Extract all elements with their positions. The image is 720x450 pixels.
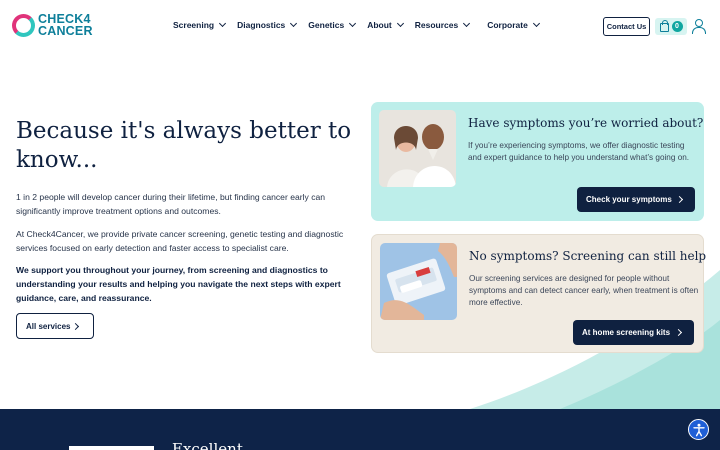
check4cancer-logo[interactable]: CHECK4 CANCER bbox=[12, 13, 93, 38]
reviews-rating-text: Excellent bbox=[172, 440, 243, 450]
main-nav: Screening Diagnostics Genetics About Res… bbox=[173, 19, 551, 30]
shopping-bag-icon bbox=[659, 20, 669, 32]
nav-about[interactable]: About bbox=[367, 19, 404, 30]
chevron-right-icon bbox=[71, 322, 80, 331]
site-header: CHECK4 CANCER Screening Diagnostics Gene… bbox=[0, 0, 720, 52]
contact-us-button[interactable]: Contact Us bbox=[603, 17, 650, 36]
screening-card-title: No symptoms? Screening can still help bbox=[469, 249, 707, 263]
logo-line-2: CANCER bbox=[38, 23, 93, 38]
accessibility-button[interactable] bbox=[688, 419, 709, 440]
nav-resources[interactable]: Resources bbox=[415, 19, 471, 30]
chevron-right-icon bbox=[675, 195, 684, 204]
screening-kit-photo bbox=[380, 243, 457, 320]
hero-paragraph-1: 1 in 2 people will develop cancer during… bbox=[16, 192, 326, 216]
hero-title: Because it's always better to know... bbox=[16, 118, 352, 173]
screening-card-text: Our screening services are designed for … bbox=[469, 274, 699, 307]
chevron-down-icon bbox=[219, 19, 227, 28]
decorative-swoosh bbox=[470, 270, 720, 409]
accessibility-icon bbox=[693, 423, 705, 437]
review-widget-edge bbox=[69, 446, 154, 450]
couple-photo bbox=[379, 110, 456, 187]
reviews-band: Excellent bbox=[0, 409, 720, 450]
user-icon[interactable] bbox=[692, 19, 706, 34]
chevron-right-icon bbox=[674, 328, 683, 337]
check-symptoms-button[interactable]: Check your symptoms bbox=[577, 187, 695, 212]
chevron-down-icon bbox=[463, 19, 471, 28]
chevron-down-icon bbox=[290, 19, 298, 28]
chevron-down-icon bbox=[349, 19, 357, 28]
nav-diagnostics[interactable]: Diagnostics bbox=[237, 19, 298, 30]
nav-screening[interactable]: Screening bbox=[173, 19, 227, 30]
hero-paragraph-2: At Check4Cancer, we provide private canc… bbox=[16, 229, 344, 253]
chevron-down-icon bbox=[532, 19, 540, 28]
screening-card: No symptoms? Screening can still help Ou… bbox=[371, 234, 707, 353]
chevron-down-icon bbox=[396, 19, 404, 28]
cart-count-badge: 0 bbox=[671, 21, 683, 32]
symptoms-card-title: Have symptoms you’re worried about? bbox=[468, 116, 704, 130]
cart-button[interactable]: 0 bbox=[655, 18, 687, 35]
logo-ring-icon bbox=[12, 14, 35, 37]
nav-corporate[interactable]: Corporate bbox=[487, 19, 540, 30]
symptoms-card-text: If you’re experiencing symptoms, we offe… bbox=[468, 141, 690, 162]
hero-paragraph-3: We support you throughout your journey, … bbox=[16, 265, 341, 303]
all-services-button[interactable]: All services bbox=[16, 313, 94, 339]
home-screening-kits-button[interactable]: At home screening kits bbox=[573, 320, 694, 345]
symptoms-card: Have symptoms you’re worried about? If y… bbox=[371, 102, 704, 221]
nav-genetics[interactable]: Genetics bbox=[308, 19, 357, 30]
